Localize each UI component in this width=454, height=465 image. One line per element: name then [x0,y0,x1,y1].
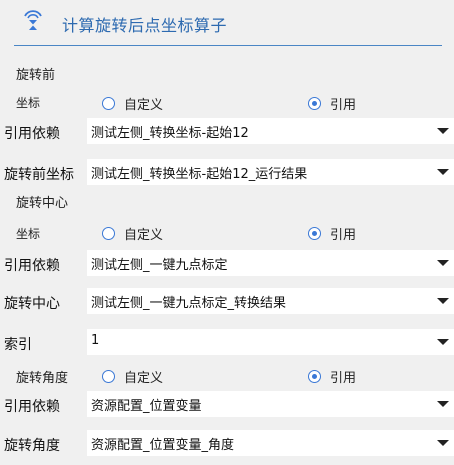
angle-value-select[interactable]: 资源配置_位置变量_角度 [87,430,454,456]
radio-angle-reference[interactable]: 引用 [308,367,356,386]
before-coord-select[interactable]: 测试左侧_转换坐标-起始12_运行结果 [87,159,454,185]
radio-angle-custom[interactable]: 自定义 [102,367,163,386]
chevron-down-icon [437,440,449,446]
radio-checked-icon [308,370,321,383]
section-angle-title: 旋转角度 [16,371,69,386]
radio-before-reference[interactable]: 引用 [308,94,356,113]
before-ref-dep-select[interactable]: 测试左侧_转换坐标-起始12 [87,118,454,144]
center-ref-dep-select[interactable]: 测试左侧_一键九点标定 [87,250,454,276]
chevron-down-icon [437,339,449,345]
angle-ref-dep-select[interactable]: 资源配置_位置变量 [87,391,454,417]
header: 计算旋转后点坐标算子 [0,0,454,50]
before-coord-label: 旋转前坐标 [4,167,74,183]
angle-field-label: 旋转角度 [4,438,60,454]
chevron-down-icon [437,169,449,175]
radio-checked-icon [308,97,321,110]
radio-icon [102,227,115,240]
page-title: 计算旋转后点坐标算子 [62,16,228,35]
center-ref-dep-label: 引用依赖 [4,258,60,274]
index-select[interactable]: 1 [87,329,454,355]
index-label: 索引 [4,337,32,353]
section-center-title: 旋转中心 [16,196,69,211]
center-field-label: 旋转中心 [4,296,60,312]
chevron-down-icon [437,260,449,266]
before-ref-dep-label: 引用依赖 [4,126,60,142]
angle-ref-dep-label: 引用依赖 [4,399,60,415]
header-divider [14,45,442,46]
radio-center-custom[interactable]: 自定义 [102,224,163,243]
operator-icon [22,9,44,31]
radio-icon [102,97,115,110]
chevron-down-icon [437,298,449,304]
radio-checked-icon [308,227,321,240]
coord-label-center: 坐标 [16,227,41,241]
chevron-down-icon [437,401,449,407]
section-before-title: 旋转前 [16,68,56,83]
coord-label-before: 坐标 [16,96,41,110]
chevron-down-icon [437,128,449,134]
center-value-select[interactable]: 测试左侧_一键九点标定_转换结果 [87,288,454,314]
radio-icon [102,370,115,383]
radio-before-custom[interactable]: 自定义 [102,94,163,113]
radio-center-reference[interactable]: 引用 [308,224,356,243]
